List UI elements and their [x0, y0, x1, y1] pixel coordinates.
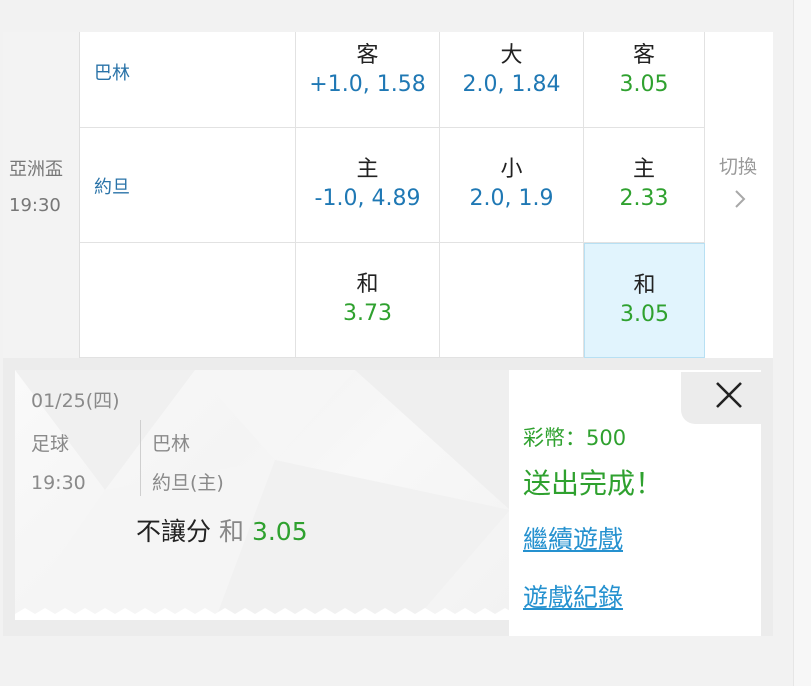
odds-moneyline-home[interactable]: 主 2.33	[584, 128, 705, 243]
odds-label: 和	[356, 272, 379, 297]
odds-label: 和	[633, 273, 656, 298]
stake-amount: 彩幣：500	[523, 426, 627, 450]
odds-handicap-draw[interactable]: 和 3.73	[296, 243, 440, 358]
odds-value: 2.33	[619, 186, 669, 211]
ticket-zigzag-edge	[15, 608, 510, 620]
odds-handicap-away[interactable]: 客 +1.0, 1.58	[296, 32, 440, 128]
odds-label: 主	[356, 157, 379, 182]
ticket-divider	[140, 420, 141, 496]
right-edge	[793, 0, 811, 686]
odds-label: 小	[500, 157, 523, 182]
chevron-right-icon	[733, 188, 747, 216]
odds-label: 客	[356, 43, 379, 68]
ticket-team-home: 約旦(主)	[152, 472, 224, 494]
odds-label: 客	[632, 43, 655, 68]
odds-moneyline-away[interactable]: 客 3.05	[584, 32, 705, 128]
odds-value: 2.0, 1.84	[462, 72, 561, 97]
close-button[interactable]	[704, 372, 754, 420]
match-odds-table: 亞洲盃 19:30 巴林 約旦 客 +1.0, 1.58 主 -1.0, 4.8…	[3, 32, 773, 358]
bet-pick: 和	[218, 517, 244, 546]
team-home: 約旦	[94, 177, 130, 198]
ticket-time: 19:30	[31, 472, 86, 494]
odds-under[interactable]: 小 2.0, 1.9	[440, 128, 584, 243]
league-cell: 亞洲盃 19:30	[3, 32, 80, 358]
odds-label: 主	[632, 157, 655, 182]
ticket-team-away: 巴林	[152, 433, 191, 455]
team-cell-home: 約旦	[80, 128, 296, 243]
bet-odds: 3.05	[251, 517, 308, 546]
team-cell-draw	[80, 243, 296, 358]
switch-label: 切換	[719, 156, 758, 178]
bet-type: 不讓分	[136, 517, 212, 546]
submit-status: 送出完成！	[523, 467, 664, 500]
switch-button[interactable]: 切換	[705, 32, 773, 358]
ticket-bet-line: 不讓分 和 3.05	[136, 512, 308, 548]
ticket-date: 01/25(四)	[31, 390, 120, 412]
close-icon	[716, 382, 742, 408]
odds-label: 大	[500, 43, 523, 68]
ticket-sport: 足球	[31, 433, 70, 455]
odds-moneyline-draw[interactable]: 和 3.05	[584, 243, 705, 358]
odds-value: -1.0, 4.89	[314, 186, 421, 211]
odds-empty-cell	[440, 243, 584, 358]
odds-value: 3.05	[620, 302, 669, 327]
team-away: 巴林	[94, 63, 130, 84]
team-cell-away: 巴林	[80, 32, 296, 128]
league-name: 亞洲盃	[9, 159, 63, 180]
odds-value: +1.0, 1.58	[309, 72, 426, 97]
odds-handicap-home[interactable]: 主 -1.0, 4.89	[296, 128, 440, 243]
match-time: 19:30	[9, 195, 61, 216]
odds-over[interactable]: 大 2.0, 1.84	[440, 32, 584, 128]
continue-game-link[interactable]: 繼續遊戲	[523, 520, 623, 556]
odds-value: 3.73	[343, 301, 392, 326]
odds-value: 2.0, 1.9	[469, 186, 554, 211]
game-history-link[interactable]: 遊戲紀錄	[523, 578, 623, 614]
odds-value: 3.05	[619, 72, 669, 97]
bet-ticket: 01/25(四) 足球 19:30 巴林 約旦(主) 不讓分 和 3.05	[15, 370, 510, 620]
